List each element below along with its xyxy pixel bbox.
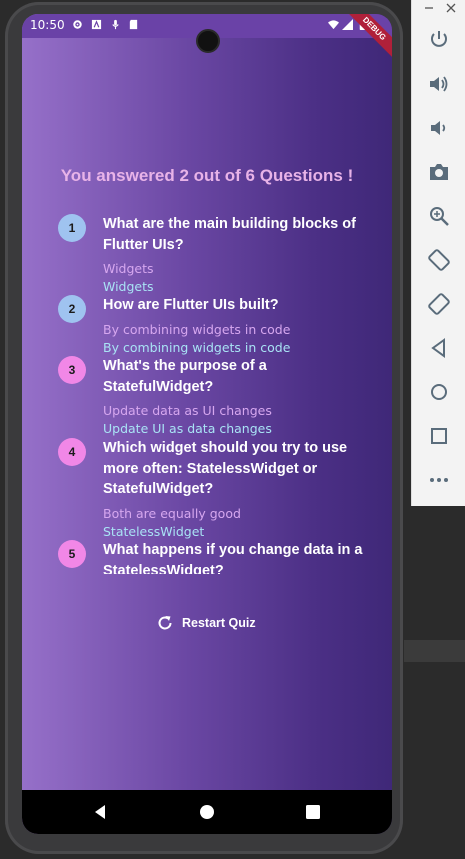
- nav-recents-icon[interactable]: [305, 804, 321, 820]
- sd-card-icon: [129, 19, 138, 30]
- summary-item: 5 What happens if you change data in a St…: [52, 540, 372, 574]
- mic-icon: [112, 19, 119, 30]
- restart-icon: [158, 616, 172, 630]
- ide-panel-strip: [404, 640, 465, 662]
- signal-icon: [342, 19, 353, 30]
- power-icon[interactable]: [427, 28, 451, 52]
- restart-quiz-label: Restart Quiz: [182, 616, 256, 630]
- phone-screen: 10:50 DEBUG You answered 2 out of 6 Ques…: [22, 14, 392, 834]
- summary-item: 2 How are Flutter UIs built? By combining …: [52, 295, 372, 357]
- wifi-icon: [328, 20, 339, 30]
- nav-home-icon[interactable]: [199, 804, 215, 820]
- status-time: 10:50: [30, 18, 65, 32]
- front-camera: [196, 29, 220, 53]
- user-answer: Both are equally good: [103, 505, 241, 521]
- more-icon[interactable]: [427, 468, 451, 492]
- volume-down-icon[interactable]: [427, 116, 451, 140]
- question-text: How are Flutter UIs built?: [103, 297, 279, 313]
- minimize-icon[interactable]: [424, 3, 434, 13]
- home-icon[interactable]: [427, 380, 451, 404]
- notification-a-icon: [91, 19, 102, 30]
- question-text: Which widget should you try to use more …: [103, 440, 348, 497]
- back-icon[interactable]: [427, 336, 451, 360]
- summary-item: 4 Which widget should you try to use more…: [52, 438, 372, 541]
- user-answer: Update data as UI changes: [103, 403, 272, 418]
- correct-answer: By combining widgets in code: [103, 339, 291, 355]
- correct-answer: StatelessWidget: [103, 523, 205, 539]
- correct-answer: Widgets: [103, 279, 154, 294]
- rotate-left-icon[interactable]: [427, 248, 451, 272]
- summary-item: 3 What's the purpose of a StatefulWidget?…: [52, 356, 372, 438]
- question-number-badge: 1: [58, 214, 86, 242]
- camera-icon[interactable]: [427, 160, 451, 184]
- restart-quiz-button[interactable]: Restart Quiz: [156, 612, 256, 634]
- question-text: What's the purpose of a StatefulWidget?: [103, 358, 267, 395]
- emulator-toolbar: [411, 0, 465, 506]
- correct-answer: Update UI as data changes: [103, 421, 272, 436]
- overview-icon[interactable]: [427, 424, 451, 448]
- close-icon[interactable]: [446, 3, 456, 13]
- settings-icon: [73, 20, 82, 29]
- user-answer: Widgets: [103, 261, 154, 276]
- question-number-badge: 4: [58, 438, 86, 466]
- zoom-icon[interactable]: [427, 204, 451, 228]
- question-number-badge: 2: [58, 295, 86, 323]
- question-text: What happens if you change data in a Sta…: [103, 542, 363, 574]
- nav-back-icon[interactable]: [92, 804, 108, 820]
- question-number-badge: 5: [58, 540, 86, 568]
- rotate-right-icon[interactable]: [427, 292, 451, 316]
- summary-list[interactable]: 1 What are the main building blocks of Fl…: [52, 214, 372, 574]
- question-number-badge: 3: [58, 356, 86, 384]
- user-answer: By combining widgets in code: [103, 321, 291, 337]
- summary-item: 1 What are the main building blocks of Fl…: [52, 214, 372, 296]
- volume-up-icon[interactable]: [427, 72, 451, 96]
- phone-frame: 10:50 DEBUG You answered 2 out of 6 Ques…: [5, 2, 403, 854]
- navigation-bar: [22, 790, 392, 834]
- result-title: You answered 2 out of 6 Questions !: [60, 166, 354, 185]
- question-text: What are the main building blocks of Flu…: [103, 216, 356, 253]
